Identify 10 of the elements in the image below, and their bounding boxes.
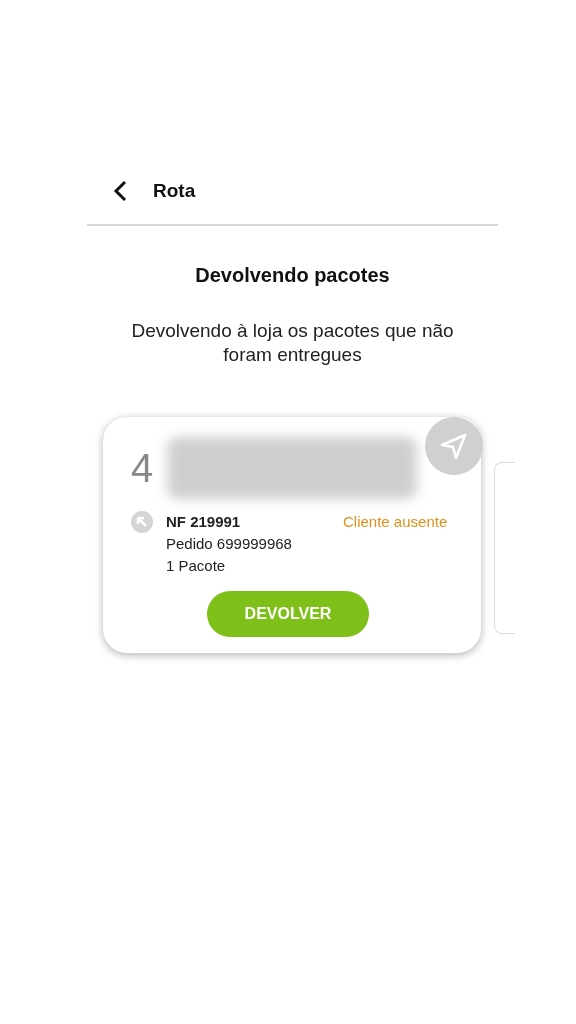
package-count: 1 Pacote (166, 556, 227, 576)
return-button[interactable]: DEVOLVER (207, 591, 369, 637)
page-subtitle: Devolvendo à loja os pacotes que não foram entregues (130, 319, 455, 367)
page-title: Devolvendo pacotes (194, 264, 391, 287)
header-title: Rota (153, 180, 196, 202)
delivery-status: Cliente ausente (343, 512, 448, 532)
order-number: Pedido 699999968 (166, 534, 293, 554)
invoice-number: NF 219991 (166, 512, 242, 532)
back-icon[interactable] (113, 180, 127, 202)
stop-number: 4 (131, 445, 154, 491)
